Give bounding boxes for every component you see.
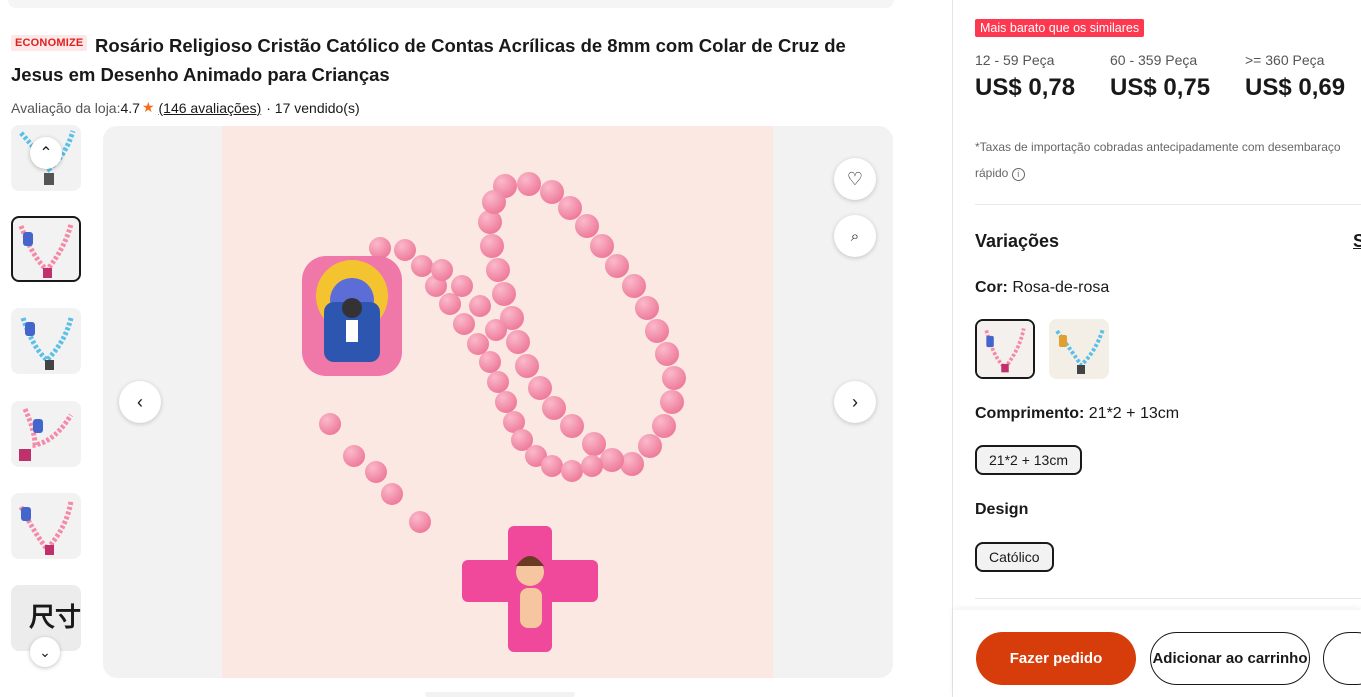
thumbnail-5[interactable] bbox=[11, 493, 81, 559]
design-option[interactable]: Católico bbox=[975, 542, 1054, 572]
rosary-illustration bbox=[302, 172, 686, 652]
rating-value: 4.7 bbox=[120, 99, 140, 116]
price-tier-2: 60 - 359 Peça US$ 0,75 bbox=[1110, 52, 1210, 102]
tax-line-1: *Taxas de importação cobradas antecipada… bbox=[975, 140, 1341, 154]
color-swatch-blue[interactable] bbox=[1049, 319, 1109, 379]
chevron-left-icon[interactable]: ‹ bbox=[119, 381, 161, 423]
color-label: Cor: bbox=[975, 279, 1008, 296]
chevron-up-icon[interactable]: ⌃ bbox=[30, 137, 62, 169]
thumbnail-strip: 尺寸 ⌃ ⌄ bbox=[11, 125, 83, 667]
tax-line-2: rápido i bbox=[975, 160, 1361, 186]
size-chart-glyph: 尺寸 bbox=[29, 602, 81, 632]
product-title: Rosário Religioso Cristão Católico de Co… bbox=[11, 35, 846, 85]
thumbnail-2[interactable] bbox=[11, 216, 81, 282]
tier-price: US$ 0,69 bbox=[1245, 74, 1346, 101]
length-row: Comprimento: 21*2 + 13cm bbox=[975, 405, 1179, 423]
action-bar: Fazer pedido Adicionar ao carrinho bbox=[953, 610, 1361, 697]
tier-qty: 12 - 59 Peça bbox=[975, 52, 1055, 68]
tier-price: US$ 0,75 bbox=[1110, 74, 1211, 101]
chevron-right-icon[interactable]: › bbox=[834, 381, 876, 423]
thumbnail-4[interactable] bbox=[11, 401, 81, 467]
divider bbox=[975, 598, 1361, 599]
main-product-image: ♡ ⌕ ‹ › bbox=[103, 126, 893, 678]
medal bbox=[302, 256, 402, 376]
tier-price: US$ 0,78 bbox=[975, 74, 1076, 101]
column-divider bbox=[952, 0, 953, 697]
price-tier-3: >= 360 Peça US$ 0,69 bbox=[1245, 52, 1345, 102]
top-card-edge bbox=[8, 0, 894, 8]
info-icon[interactable]: i bbox=[1011, 168, 1025, 181]
length-label: Comprimento: bbox=[975, 405, 1085, 422]
variations-more-link[interactable]: S bbox=[1353, 231, 1361, 252]
purchase-panel: Mais barato que os similares 12 - 59 Peç… bbox=[975, 0, 1361, 697]
store-rating-row: Avaliação da loja: 4.7 ★ (146 avaliações… bbox=[11, 99, 360, 116]
divider bbox=[975, 204, 1361, 205]
cross bbox=[462, 526, 598, 652]
length-option[interactable]: 21*2 + 13cm bbox=[975, 445, 1082, 475]
design-label: Design bbox=[975, 501, 1029, 518]
tier-qty: 60 - 359 Peça bbox=[1110, 52, 1198, 68]
color-swatch-pink[interactable] bbox=[975, 319, 1035, 379]
cheaper-badge: Mais barato que os similares bbox=[975, 19, 1145, 37]
variations-title: Variações bbox=[975, 231, 1060, 251]
product-photo bbox=[222, 126, 773, 678]
color-row: Cor: Rosa-de-rosa bbox=[975, 279, 1109, 297]
reviews-link[interactable]: (146 avaliações) bbox=[159, 100, 262, 116]
color-value: Rosa-de-rosa bbox=[1012, 279, 1110, 296]
place-order-button[interactable]: Fazer pedido bbox=[976, 632, 1136, 685]
image-search-icon[interactable]: ⌕ bbox=[834, 215, 876, 257]
gallery-scroll-hint bbox=[425, 692, 575, 697]
import-tax-note: *Taxas de importação cobradas antecipada… bbox=[975, 134, 1361, 186]
chevron-down-icon[interactable]: ⌄ bbox=[30, 637, 60, 667]
add-to-cart-button[interactable]: Adicionar ao carrinho bbox=[1150, 632, 1310, 685]
heart-icon[interactable]: ♡ bbox=[834, 158, 876, 200]
thumbnail-3[interactable] bbox=[11, 308, 81, 374]
star-icon: ★ bbox=[141, 99, 155, 115]
length-value: 21*2 + 13cm bbox=[1088, 405, 1180, 422]
rating-prefix: Avaliação da loja: bbox=[11, 99, 121, 116]
economize-badge: ECONOMIZE bbox=[11, 35, 88, 51]
tier-qty: >= 360 Peça bbox=[1245, 52, 1325, 68]
price-tier-1: 12 - 59 Peça US$ 0,78 bbox=[975, 52, 1075, 102]
sold-count: · 17 vendido(s) bbox=[266, 99, 360, 116]
extra-action-button[interactable] bbox=[1323, 632, 1361, 685]
